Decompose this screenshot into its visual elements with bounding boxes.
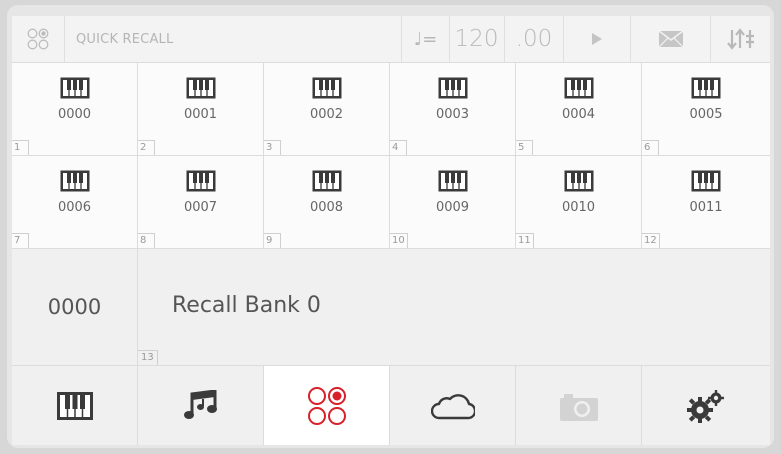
piano-icon bbox=[60, 77, 89, 99]
piano-icon bbox=[312, 77, 341, 99]
tempo-value[interactable]: 120 bbox=[449, 16, 505, 62]
preset-cell[interactable]: 0006 7 bbox=[12, 156, 137, 248]
preset-name: 0005 bbox=[689, 107, 723, 122]
preset-cell[interactable]: 0000 1 bbox=[12, 63, 137, 155]
piano-icon bbox=[186, 170, 215, 192]
preset-slot-number: 3 bbox=[264, 140, 281, 155]
top-bar: QUICK RECALL ♩= 120 .00 bbox=[12, 16, 770, 63]
preset-name: 0002 bbox=[309, 107, 344, 122]
page-title: QUICK RECALL bbox=[76, 31, 174, 47]
preset-slot-number: 11 bbox=[516, 233, 534, 248]
sort-filter-icon[interactable] bbox=[711, 16, 770, 62]
bank-slot-number: 13 bbox=[138, 350, 158, 365]
preset-slot-number: 8 bbox=[138, 233, 155, 248]
music-notes-icon bbox=[183, 389, 217, 419]
preset-name: 0010 bbox=[561, 200, 596, 215]
preset-slot-number: 2 bbox=[138, 140, 155, 155]
preset-name: 0007 bbox=[183, 200, 218, 215]
nav-cloud[interactable] bbox=[390, 366, 515, 445]
preset-slot-number: 7 bbox=[12, 233, 29, 248]
preset-name: 0001 bbox=[183, 107, 218, 122]
play-icon[interactable] bbox=[564, 16, 631, 62]
screen: QUICK RECALL ♩= 120 .00 0000 1 0001 2 0002 3 0… bbox=[12, 16, 770, 445]
preset-name: 0003 bbox=[435, 107, 470, 122]
preset-name: 0008 bbox=[309, 200, 344, 215]
piano-icon bbox=[186, 77, 215, 99]
preset-slot-number: 4 bbox=[390, 140, 407, 155]
piano-icon bbox=[438, 170, 467, 192]
tempo-note-icon: ♩= bbox=[401, 16, 450, 62]
tempo-decimal[interactable]: .00 bbox=[505, 16, 564, 62]
piano-icon bbox=[438, 77, 467, 99]
quick-recall-icon bbox=[307, 386, 346, 425]
preset-cell[interactable]: 0005 6 bbox=[642, 63, 770, 155]
preset-slot-number: 5 bbox=[516, 140, 533, 155]
preset-name: 0006 bbox=[57, 200, 92, 215]
piano-icon bbox=[691, 77, 721, 99]
nav-piano[interactable] bbox=[12, 366, 137, 445]
preset-cell[interactable]: 0009 10 bbox=[390, 156, 515, 248]
cloud-icon bbox=[430, 393, 475, 419]
preset-cell[interactable]: 0010 11 bbox=[516, 156, 641, 248]
preset-name: 0000 bbox=[57, 107, 92, 122]
preset-name: 0009 bbox=[435, 200, 470, 215]
camera-icon bbox=[559, 393, 598, 421]
piano-icon bbox=[56, 391, 93, 420]
gears-icon bbox=[687, 389, 724, 423]
preset-slot-number: 6 bbox=[642, 140, 659, 155]
preset-slot-number: 9 bbox=[264, 233, 281, 248]
preset-cell[interactable]: 0001 2 bbox=[138, 63, 263, 155]
bank-name: Recall Bank 0 bbox=[172, 293, 321, 318]
preset-slot-number: 12 bbox=[642, 233, 660, 248]
nav-quick-recall[interactable] bbox=[264, 366, 389, 445]
quick-recall-mode-icon[interactable] bbox=[12, 16, 65, 62]
piano-icon bbox=[564, 77, 593, 99]
preset-cell[interactable]: 0007 8 bbox=[138, 156, 263, 248]
nav-music[interactable] bbox=[138, 366, 263, 445]
preset-slot-number: 10 bbox=[390, 233, 408, 248]
piano-icon bbox=[564, 170, 593, 192]
preset-cell[interactable]: 0002 3 bbox=[264, 63, 389, 155]
piano-icon bbox=[312, 170, 341, 192]
nav-settings[interactable] bbox=[642, 366, 770, 445]
preset-name: 0011 bbox=[689, 200, 723, 215]
preset-slot-number: 1 bbox=[12, 140, 29, 155]
bank-number[interactable]: 0000 bbox=[12, 249, 137, 365]
bank-row[interactable]: Recall Bank 0 13 bbox=[138, 249, 770, 365]
preset-cell[interactable]: 0004 5 bbox=[516, 63, 641, 155]
preset-name: 0004 bbox=[561, 107, 596, 122]
preset-cell[interactable]: 0003 4 bbox=[390, 63, 515, 155]
piano-icon bbox=[691, 170, 721, 192]
piano-icon bbox=[60, 170, 89, 192]
preset-cell[interactable]: 0008 9 bbox=[264, 156, 389, 248]
preset-cell[interactable]: 0011 12 bbox=[642, 156, 770, 248]
mail-icon[interactable] bbox=[631, 16, 711, 62]
nav-camera[interactable] bbox=[516, 366, 641, 445]
